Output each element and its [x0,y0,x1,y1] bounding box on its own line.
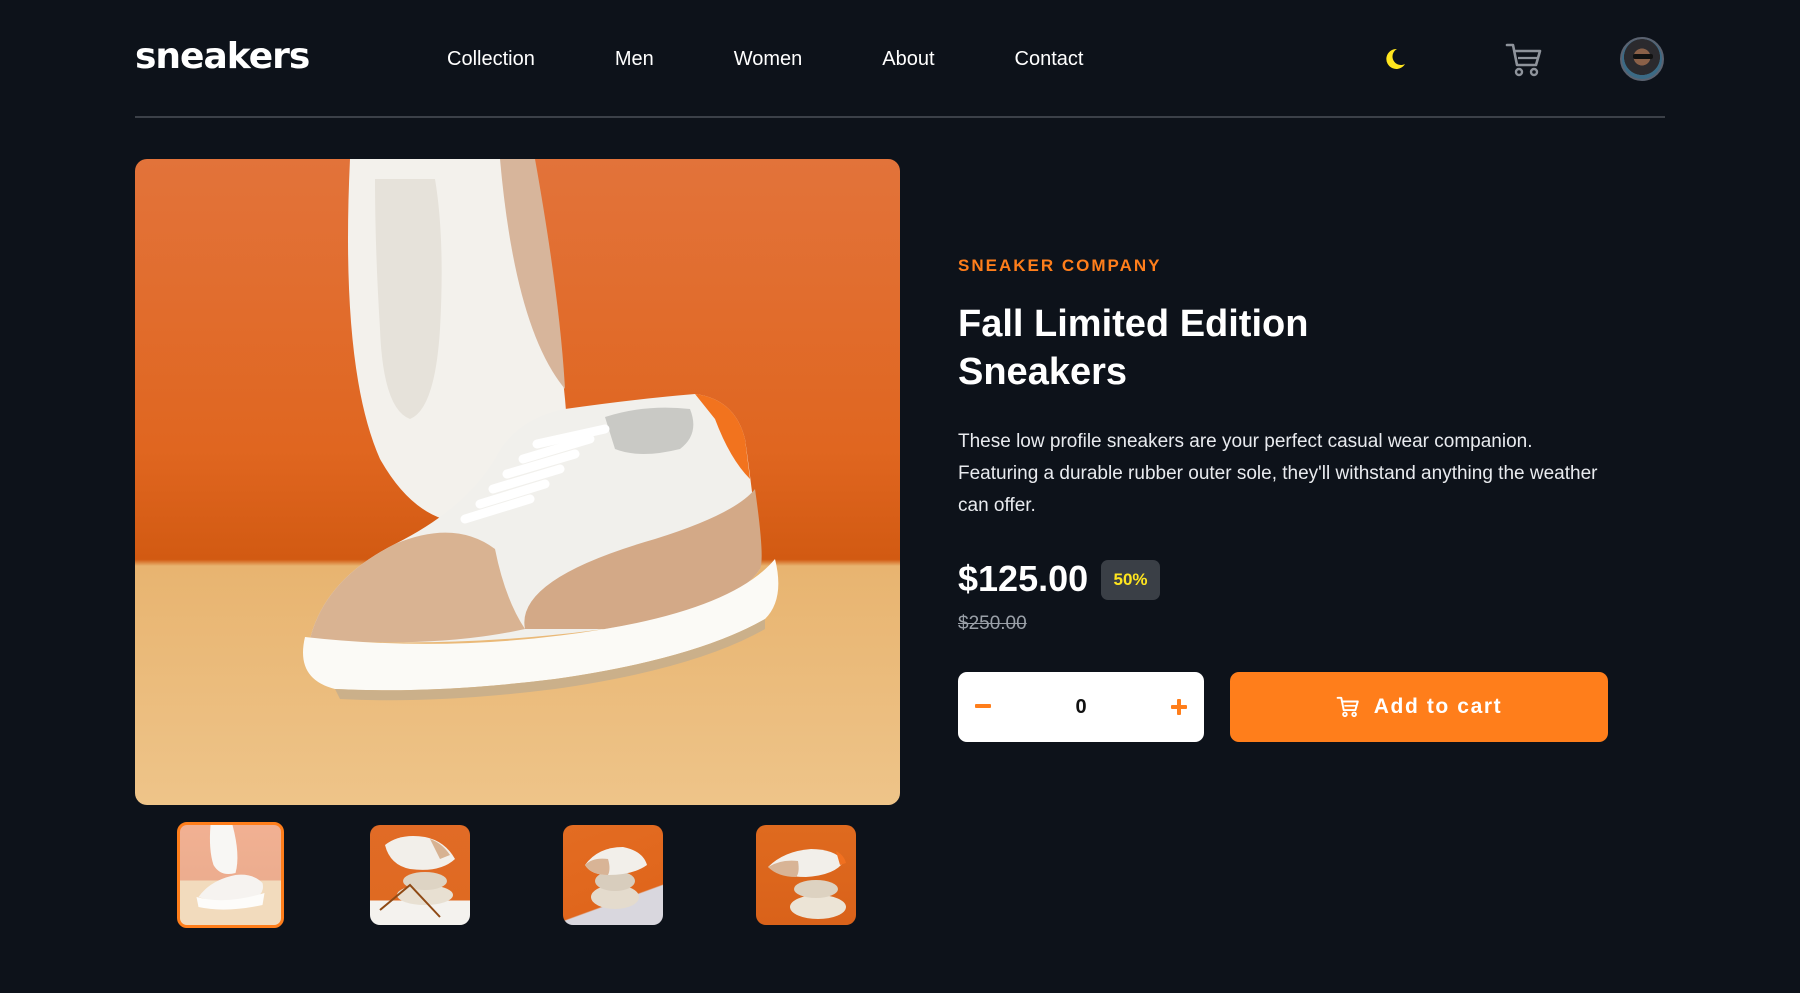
nav-link-collection[interactable]: Collection [447,48,535,71]
plus-icon [1171,699,1187,715]
thumbnail-3[interactable] [563,825,663,925]
minus-icon [975,704,991,708]
current-price: $125.00 [958,558,1089,599]
thumbnail-4-image [768,849,846,919]
nav-link-about[interactable]: About [882,48,934,71]
thumbnail-2[interactable] [370,825,470,925]
thumbnail-4[interactable] [756,825,856,925]
logo[interactable]: sneakers [135,36,310,77]
cart-icon [1336,696,1359,718]
main-nav: Collection Men Women About Contact [447,48,1163,71]
sneaker-illustration [303,159,779,701]
product-title-line-2: Sneakers [958,351,1128,393]
thumbnail-strip [177,822,856,928]
user-avatar[interactable] [1620,37,1664,81]
decrease-quantity-button[interactable] [958,672,1008,742]
moon-icon [1386,48,1405,69]
add-to-cart-button[interactable]: Add to cart [1230,672,1608,742]
product-title-line-1: Fall Limited Edition [958,303,1309,345]
company-name: SNEAKER COMPANY [958,256,1162,275]
nav-link-men[interactable]: Men [615,48,654,71]
avatar-glasses [1633,54,1653,59]
product-page: sneakers Collection Men Women About Cont… [0,0,1800,993]
original-price: $250.00 [958,613,1027,634]
site-header: sneakers Collection Men Women About Cont… [135,0,1665,118]
increase-quantity-button[interactable] [1154,672,1204,742]
add-to-cart-label: Add to cart [1373,695,1503,718]
discount-badge: 50% [1101,560,1160,600]
main-product-image[interactable] [135,159,900,805]
theme-toggle-button[interactable] [1385,45,1413,73]
cart-button[interactable] [1505,42,1543,78]
nav-link-contact[interactable]: Contact [1015,48,1084,71]
quantity-value[interactable]: 0 [1008,672,1154,742]
cart-icon [1505,43,1542,77]
product-description: These low profile sneakers are your perf… [958,431,1598,516]
thumbnail-1[interactable] [177,822,284,928]
thumbnail-1-image [196,825,265,910]
thumbnail-3-image [585,847,647,909]
nav-link-women[interactable]: Women [734,48,803,71]
product-title: Fall Limited Edition Sneakers [958,300,1378,396]
thumbnail-2-image [379,836,455,918]
quantity-stepper: 0 [958,672,1204,742]
